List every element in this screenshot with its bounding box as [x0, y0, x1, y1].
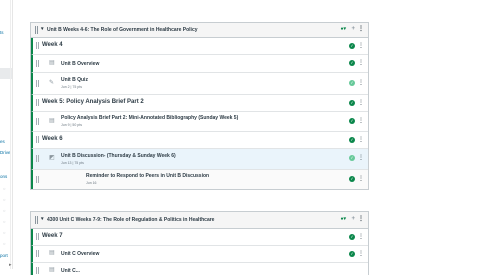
- module-header[interactable]: ▾ 4300 Unit C Weeks 7-9: The Role of Reg…: [31, 212, 368, 229]
- module-menu-icon[interactable]: ⋮: [358, 26, 364, 32]
- drag-handle-icon[interactable]: [36, 233, 39, 240]
- item-menu-icon[interactable]: ⋮: [358, 176, 364, 182]
- item-menu-icon[interactable]: ⋮: [358, 155, 364, 161]
- page-icon: ▤: [49, 267, 55, 273]
- module-menu-icon[interactable]: ⋮: [358, 216, 364, 222]
- module-item-page[interactable]: ▤ Unit C...: [31, 263, 368, 275]
- drag-handle-icon[interactable]: [36, 60, 39, 67]
- drag-handle-icon[interactable]: [36, 176, 39, 183]
- item-title-link[interactable]: Reminder to Respond to Peers in Unit B D…: [86, 173, 209, 179]
- published-check-icon[interactable]: ✓: [349, 60, 355, 66]
- module-title: Unit B Weeks 4-6: The Role of Government…: [47, 27, 198, 33]
- published-check-icon[interactable]: ✓: [349, 251, 355, 257]
- item-title-link[interactable]: Unit B Discussion- (Thursday & Sunday We…: [61, 153, 176, 159]
- module-title: 4300 Unit C Weeks 7-9: The Role of Regul…: [47, 217, 215, 223]
- module-item-page[interactable]: ▤ Unit C Overview ✓ ⋮: [31, 246, 368, 263]
- hidden-eye-icon: ◌: [3, 241, 6, 246]
- collapse-caret-icon[interactable]: ▾: [41, 216, 44, 222]
- hidden-eye-icon: ◌: [3, 186, 6, 191]
- item-menu-icon[interactable]: ⋮: [358, 60, 364, 66]
- item-title-link[interactable]: Unit C Overview: [61, 251, 99, 257]
- nav-item-support[interactable]: port: [0, 253, 8, 258]
- module-header[interactable]: ▾ Unit B Weeks 4-6: The Role of Governme…: [31, 23, 368, 38]
- published-check-icon[interactable]: ✓: [349, 43, 355, 49]
- published-check-icon[interactable]: ✓: [349, 234, 355, 240]
- quiz-icon: ✎: [49, 80, 55, 86]
- collapse-caret-icon[interactable]: ▾: [41, 26, 44, 32]
- item-title-link[interactable]: Unit B Overview: [61, 61, 99, 67]
- published-check-icon[interactable]: ✓: [349, 118, 355, 124]
- module-unit-b: ▾ Unit B Weeks 4-6: The Role of Governme…: [30, 22, 369, 190]
- item-meta: Jun 16: [86, 181, 97, 185]
- scroll-arrow-icon[interactable]: ▸: [9, 262, 12, 268]
- drag-handle-icon[interactable]: [35, 26, 38, 34]
- hidden-eye-icon: ◌: [3, 219, 6, 224]
- item-menu-icon[interactable]: ⋮: [358, 137, 364, 143]
- subheader-title: Week 7: [42, 233, 63, 239]
- drag-handle-icon[interactable]: [35, 216, 38, 224]
- item-title-link[interactable]: Unit B Quiz: [61, 77, 88, 83]
- nav-scrollbar-track[interactable]: [10, 0, 11, 269]
- drag-handle-icon[interactable]: [36, 118, 39, 125]
- item-meta: Jun 9 | 50 pts: [61, 123, 82, 127]
- module-item-discussion[interactable]: ◩ Unit B Discussion- (Thursday & Sunday …: [31, 149, 368, 170]
- module-item-header: Week 5: Policy Analysis Brief Part 2 ✓ ⋮: [31, 95, 368, 112]
- hidden-eye-icon: ◌: [3, 208, 6, 213]
- module-item-header: Week 6 ✓ ⋮: [31, 132, 368, 149]
- item-menu-icon[interactable]: ⋮: [358, 43, 364, 49]
- item-menu-icon[interactable]: ⋮: [358, 100, 364, 106]
- module-item-reminder[interactable]: Reminder to Respond to Peers in Unit B D…: [31, 170, 368, 189]
- drag-handle-icon[interactable]: [36, 155, 39, 162]
- page-icon: ▤: [49, 60, 55, 66]
- add-item-icon[interactable]: +: [351, 216, 355, 222]
- published-check-icon[interactable]: ✓: [349, 155, 355, 161]
- module-item-assignment[interactable]: ▤ Policy Analysis Brief Part 2: Mini-Ann…: [31, 112, 368, 132]
- nav-item-collaborations[interactable]: ons: [0, 174, 7, 179]
- drag-handle-icon[interactable]: [36, 80, 39, 87]
- drag-handle-icon[interactable]: [36, 267, 39, 274]
- module-item-quiz[interactable]: ✎ Unit B Quiz Jun 2 | 75 pts ✓ ⋮: [31, 73, 368, 95]
- published-check-icon[interactable]: ✓: [349, 176, 355, 182]
- module-item-header: Week 7 ✓ ⋮: [31, 229, 368, 246]
- published-icon[interactable]: ●▾: [340, 26, 346, 32]
- module-item-page[interactable]: ▤ Unit B Overview ✓ ⋮: [31, 55, 368, 73]
- assignment-icon: ▤: [49, 118, 55, 124]
- add-item-icon[interactable]: +: [351, 26, 355, 32]
- nav-item-google-drive[interactable]: Drive: [0, 150, 11, 155]
- item-menu-icon[interactable]: ⋮: [358, 118, 364, 124]
- module-item-header: Week 4 ✓ ⋮: [31, 38, 368, 55]
- subheader-title: Week 6: [42, 136, 63, 142]
- item-meta: Jun 13 | 75 pts: [61, 161, 84, 165]
- drag-handle-icon[interactable]: [36, 250, 39, 257]
- subheader-title: Week 5: Policy Analysis Brief Part 2: [42, 99, 144, 105]
- hidden-eye-icon: ◌: [3, 230, 6, 235]
- published-check-icon[interactable]: ✓: [349, 137, 355, 143]
- published-check-icon[interactable]: ✓: [349, 80, 355, 86]
- item-meta: Jun 2 | 75 pts: [61, 85, 82, 89]
- item-menu-icon[interactable]: ⋮: [358, 234, 364, 240]
- drag-handle-icon[interactable]: [36, 42, 39, 49]
- item-menu-icon[interactable]: ⋮: [358, 80, 364, 86]
- item-menu-icon[interactable]: ⋮: [358, 251, 364, 257]
- module-unit-c: ▾ 4300 Unit C Weeks 7-9: The Role of Reg…: [30, 211, 369, 275]
- drag-handle-icon[interactable]: [36, 99, 39, 106]
- nav-item-outcomes[interactable]: es: [0, 139, 5, 144]
- hidden-eye-icon: ◌: [3, 197, 6, 202]
- item-title-link[interactable]: Policy Analysis Brief Part 2: Mini-Annot…: [61, 115, 238, 121]
- drag-handle-icon[interactable]: [36, 136, 39, 143]
- page-icon: ▤: [49, 250, 55, 256]
- subheader-title: Week 4: [42, 42, 63, 48]
- published-icon[interactable]: ●▾: [340, 216, 346, 222]
- course-navigation: ts es Drive ons ◌ ◌ ◌ ◌ ◌ ◌ port ▸: [0, 0, 13, 269]
- published-check-icon[interactable]: ✓: [349, 100, 355, 106]
- discussion-icon: ◩: [49, 155, 55, 161]
- nav-item-people[interactable]: ts: [0, 30, 4, 35]
